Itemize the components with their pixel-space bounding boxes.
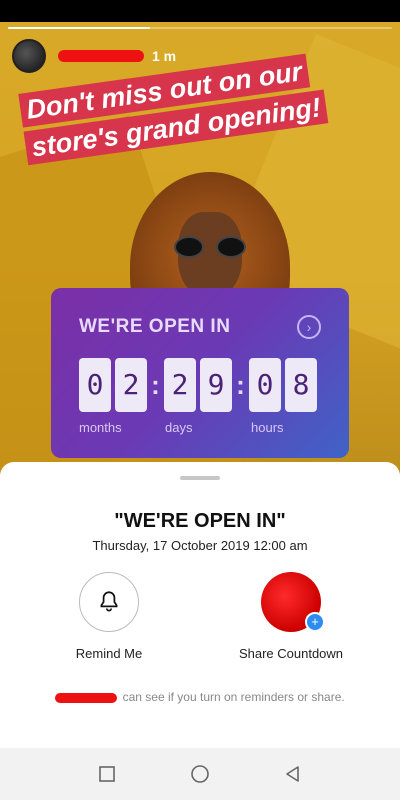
- share-countdown-label: Share Countdown: [238, 646, 344, 661]
- unit-label: hours: [251, 420, 284, 435]
- status-bar: [0, 0, 400, 22]
- chevron-right-icon[interactable]: ›: [297, 315, 321, 339]
- countdown-digit: 2: [115, 358, 147, 412]
- remind-me-button[interactable]: Remind Me: [34, 572, 184, 661]
- triangle-back-icon[interactable]: [281, 762, 305, 786]
- colon-separator: :: [236, 370, 245, 400]
- story-progress-fill: [8, 27, 151, 29]
- redacted-username[interactable]: [58, 50, 144, 62]
- story-view[interactable]: 1 m Don't miss out on our store's grand …: [0, 22, 400, 512]
- square-icon[interactable]: [95, 762, 119, 786]
- footer-text: can see if you turn on reminders or shar…: [122, 690, 345, 704]
- share-countdown-button[interactable]: + Share Countdown: [216, 572, 366, 661]
- profile-avatar[interactable]: [12, 39, 46, 73]
- remind-me-label: Remind Me: [75, 646, 143, 661]
- circle-icon[interactable]: [188, 762, 212, 786]
- countdown-digit: 0: [79, 358, 111, 412]
- countdown-digit: 9: [200, 358, 232, 412]
- bell-button-circle[interactable]: [79, 572, 139, 632]
- sunglasses: [174, 236, 246, 258]
- bell-icon: [100, 591, 118, 612]
- time-ago: 1 m: [152, 48, 177, 64]
- plus-icon: +: [305, 612, 325, 632]
- colon-separator: :: [151, 370, 160, 400]
- sheet-date: Thursday, 17 October 2019 12:00 am: [92, 538, 308, 553]
- share-avatar[interactable]: +: [261, 572, 325, 632]
- sheet-title: "WE'RE OPEN IN": [114, 510, 286, 532]
- countdown-digit: 8: [285, 358, 317, 412]
- story-progress-track: [8, 27, 392, 29]
- countdown-bottom-sheet: "WE'RE OPEN IN" Thursday, 17 October 201…: [0, 462, 400, 748]
- countdown-digit: 0: [249, 358, 281, 412]
- sheet-handle[interactable]: [180, 476, 220, 480]
- redacted-username: [55, 692, 118, 703]
- unit-label: days: [165, 420, 193, 435]
- countdown-digit: 2: [164, 358, 196, 412]
- sheet-footer: can see if you turn on reminders or shar…: [0, 690, 400, 704]
- countdown-sticker[interactable]: WE'RE OPEN IN › 0 2 : 2 9 : 0 8 months d…: [51, 288, 349, 458]
- countdown-units: months days hours: [79, 420, 319, 438]
- countdown-digits: 0 2 : 2 9 : 0 8: [79, 358, 321, 412]
- unit-label: months: [79, 420, 122, 435]
- story-header: 1 m: [12, 38, 176, 74]
- android-navigation-bar: [0, 748, 400, 800]
- countdown-title: WE'RE OPEN IN: [79, 316, 231, 337]
